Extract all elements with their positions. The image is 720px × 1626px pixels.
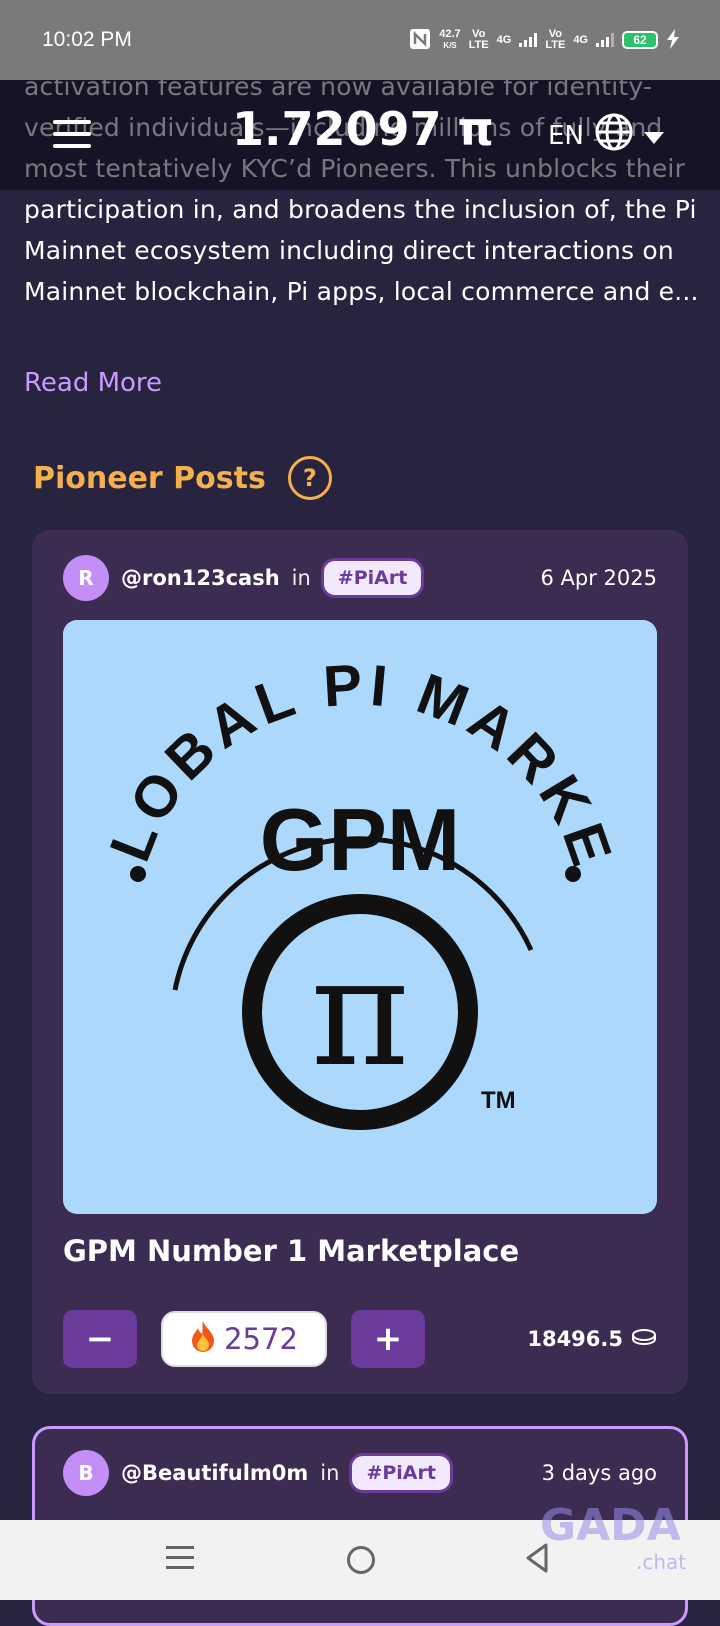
home-icon[interactable] (347, 1546, 375, 1574)
status-bar: 10:02 PM 42.7 K/S Vo LTE 4G Vo LTE 4G 62 (0, 0, 720, 80)
in-label: in (320, 1461, 340, 1485)
post-header: B @Beautifulm0m in #PiArt 3 days ago (63, 1449, 657, 1497)
section-title-text: Pioneer Posts (33, 460, 266, 496)
post-date: 3 days ago (541, 1461, 657, 1485)
score-value: 2572 (224, 1322, 298, 1356)
battery-icon: 62 (622, 31, 658, 49)
status-icons: 42.7 K/S Vo LTE 4G Vo LTE 4G 62 (409, 28, 680, 53)
sim1-volte: Vo LTE (468, 28, 489, 51)
post-controls: − 2572 + 18496.5 (63, 1310, 657, 1368)
post-title[interactable]: GPM Number 1 Marketplace (63, 1234, 519, 1268)
globe-icon (594, 112, 634, 159)
post-tag[interactable]: #PiArt (349, 1453, 453, 1493)
signal-icon (519, 33, 538, 47)
post-tag[interactable]: #PiArt (320, 558, 425, 598)
top-header: 1.72097 π EN (0, 80, 720, 190)
in-label: in (291, 566, 311, 590)
status-time: 10:02 PM (42, 28, 132, 51)
logo-tm: TM (481, 1087, 516, 1114)
post-amount: 18496.5 (527, 1327, 657, 1352)
post-header: R @ron123cash in #PiArt 6 Apr 2025 (63, 554, 657, 602)
nfc-icon (409, 28, 431, 53)
watermark-sub: .chat (636, 1550, 687, 1574)
avatar[interactable]: B (63, 1450, 109, 1496)
avatar[interactable]: R (63, 555, 109, 601)
charging-icon (666, 28, 680, 52)
sim2-network-type: 4G (573, 33, 588, 46)
network-speed: 42.7 K/S (439, 28, 461, 51)
pi-balance: 1.72097 π (232, 102, 494, 156)
recents-icon[interactable] (166, 1546, 194, 1576)
help-icon[interactable]: ? (287, 456, 332, 500)
watermark-logo: GADA (540, 1500, 681, 1551)
menu-icon[interactable] (53, 120, 91, 148)
upvote-button[interactable]: + (351, 1310, 425, 1368)
logo-pi-symbol: π (311, 926, 410, 1100)
signal-icon-2 (596, 33, 614, 47)
post-author[interactable]: @Beautifulm0m (121, 1461, 308, 1485)
post-card: R @ron123cash in #PiArt 6 Apr 2025 GLOBA… (32, 530, 688, 1394)
sim2-volte: Vo LTE (545, 28, 566, 51)
section-title: Pioneer Posts ? (33, 456, 332, 500)
coin-icon (631, 1327, 657, 1352)
language-selector[interactable]: EN (548, 112, 664, 159)
gpm-logo: GLOBAL PI MARKET GPM π TM (63, 620, 620, 1130)
language-label: EN (548, 120, 584, 151)
logo-gpm-text: GPM (260, 790, 460, 889)
post-image[interactable]: GLOBAL PI MARKET GPM π TM (63, 620, 657, 1214)
amount-value: 18496.5 (527, 1327, 623, 1351)
post-date: 6 Apr 2025 (540, 566, 657, 590)
post-author[interactable]: @ron123cash (121, 566, 280, 590)
chevron-down-icon (643, 121, 664, 151)
read-more-link[interactable]: Read More (24, 368, 162, 398)
score-box: 2572 (161, 1311, 327, 1367)
downvote-button[interactable]: − (63, 1310, 137, 1368)
sim1-network-type: 4G (496, 33, 512, 46)
fire-icon (190, 1320, 216, 1359)
